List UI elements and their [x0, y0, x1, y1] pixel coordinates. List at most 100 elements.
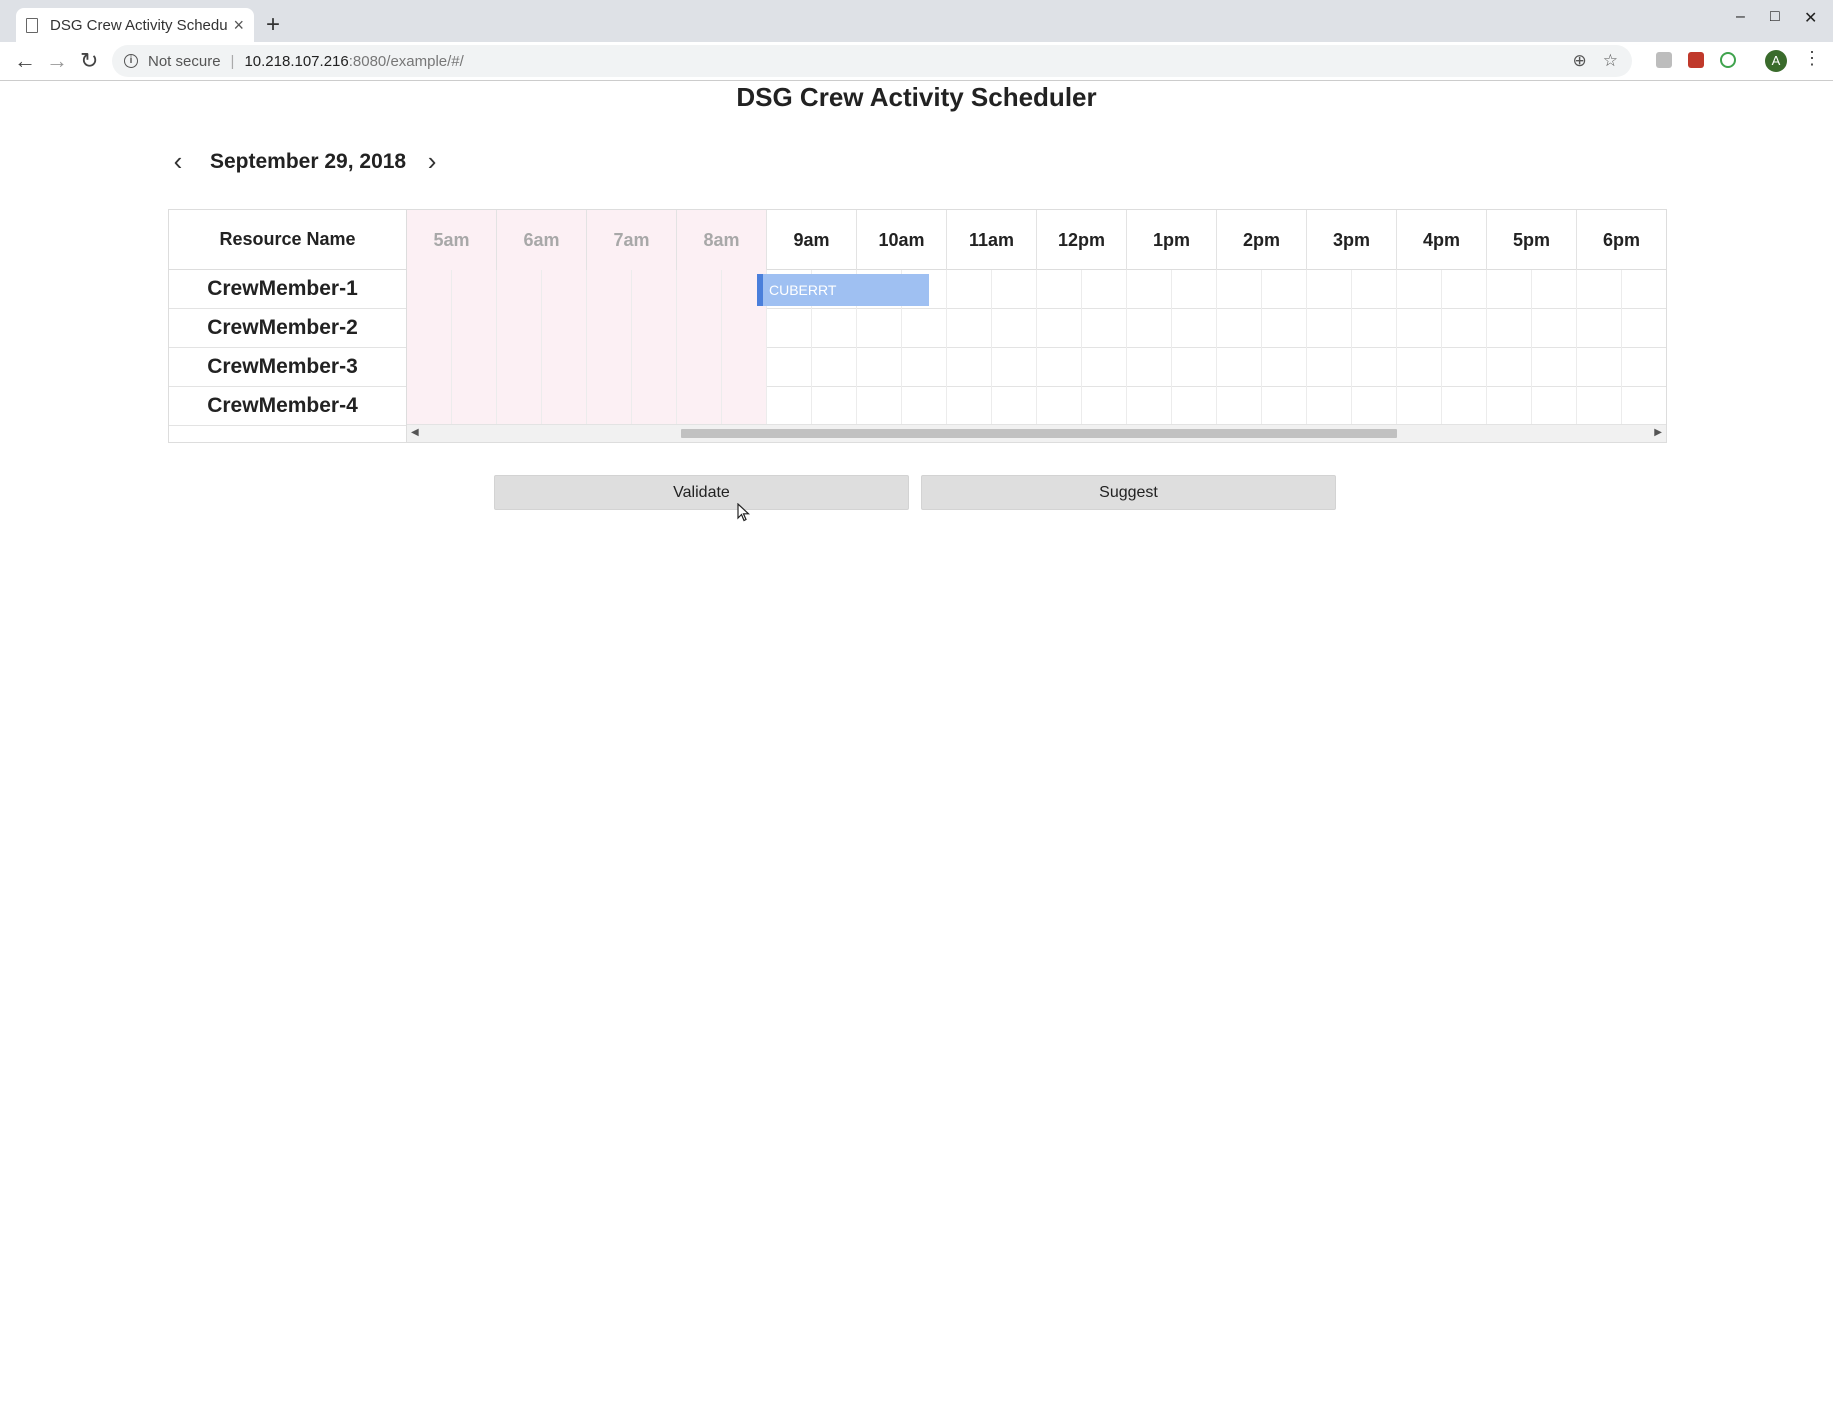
- time-slot[interactable]: [1262, 309, 1307, 348]
- time-slot[interactable]: [1622, 387, 1666, 424]
- time-slot[interactable]: [1127, 309, 1172, 348]
- time-slot[interactable]: [1622, 309, 1666, 348]
- time-slot[interactable]: [587, 348, 632, 387]
- time-slot[interactable]: [1577, 270, 1622, 309]
- time-slot[interactable]: [1217, 270, 1262, 309]
- time-slot[interactable]: [1172, 348, 1217, 387]
- time-slot[interactable]: [947, 348, 992, 387]
- time-slot[interactable]: [767, 309, 812, 348]
- tab-close-icon[interactable]: ×: [233, 15, 244, 36]
- time-slot[interactable]: [1577, 348, 1622, 387]
- time-slot[interactable]: [1397, 309, 1442, 348]
- time-slot[interactable]: [1622, 348, 1666, 387]
- time-slot[interactable]: [497, 348, 542, 387]
- zoom-icon[interactable]: ⊕: [1573, 51, 1587, 71]
- time-slot[interactable]: [452, 309, 497, 348]
- time-slot[interactable]: [1307, 270, 1352, 309]
- time-slot[interactable]: [992, 309, 1037, 348]
- minimize-icon[interactable]: –: [1736, 8, 1745, 26]
- time-slot[interactable]: [497, 387, 542, 424]
- back-icon[interactable]: ←: [14, 48, 36, 74]
- time-slot[interactable]: [1487, 387, 1532, 424]
- time-slot[interactable]: [1037, 348, 1082, 387]
- time-slot[interactable]: [1397, 387, 1442, 424]
- scroll-left-icon[interactable]: ◀: [411, 427, 419, 438]
- time-slot[interactable]: [902, 309, 947, 348]
- time-slot[interactable]: [947, 270, 992, 309]
- time-slot[interactable]: [1352, 270, 1397, 309]
- timeline-row[interactable]: [407, 348, 1666, 387]
- time-slot[interactable]: [767, 348, 812, 387]
- time-slot[interactable]: [1037, 309, 1082, 348]
- time-slot[interactable]: [992, 348, 1037, 387]
- time-slot[interactable]: [902, 348, 947, 387]
- time-slot[interactable]: [677, 387, 722, 424]
- time-slot[interactable]: [497, 309, 542, 348]
- horizontal-scrollbar[interactable]: ◀ ▶: [407, 424, 1666, 442]
- time-slot[interactable]: [1442, 348, 1487, 387]
- time-slot[interactable]: [1577, 309, 1622, 348]
- time-slot[interactable]: [407, 348, 452, 387]
- time-slot[interactable]: [902, 387, 947, 424]
- scroll-right-icon[interactable]: ▶: [1654, 427, 1662, 438]
- time-slot[interactable]: [1622, 270, 1666, 309]
- time-slot[interactable]: [722, 387, 767, 424]
- time-slot[interactable]: [812, 348, 857, 387]
- time-slot[interactable]: [1487, 309, 1532, 348]
- time-slot[interactable]: [1082, 309, 1127, 348]
- time-slot[interactable]: [947, 309, 992, 348]
- time-slot[interactable]: [407, 387, 452, 424]
- star-icon[interactable]: ☆: [1603, 51, 1618, 71]
- time-slot[interactable]: [1487, 348, 1532, 387]
- time-slot[interactable]: [677, 348, 722, 387]
- time-slot[interactable]: [1037, 270, 1082, 309]
- time-slot[interactable]: [1532, 309, 1577, 348]
- time-slot[interactable]: [857, 309, 902, 348]
- time-slot[interactable]: [1397, 270, 1442, 309]
- chevron-right-icon[interactable]: ›: [422, 146, 442, 177]
- time-slot[interactable]: [407, 270, 452, 309]
- profile-avatar[interactable]: A: [1765, 50, 1787, 72]
- event-block[interactable]: CUBERRT: [757, 274, 929, 306]
- time-slot[interactable]: [1307, 309, 1352, 348]
- time-slot[interactable]: [1217, 309, 1262, 348]
- time-slot[interactable]: [452, 270, 497, 309]
- time-slot[interactable]: [992, 387, 1037, 424]
- time-slot[interactable]: [1082, 387, 1127, 424]
- time-slot[interactable]: [1037, 387, 1082, 424]
- time-slot[interactable]: [1397, 348, 1442, 387]
- forward-icon[interactable]: →: [46, 48, 68, 74]
- time-slot[interactable]: [587, 309, 632, 348]
- time-slot[interactable]: [1442, 309, 1487, 348]
- time-slot[interactable]: [542, 387, 587, 424]
- time-slot[interactable]: [1262, 348, 1307, 387]
- time-slot[interactable]: [1442, 387, 1487, 424]
- time-slot[interactable]: [1442, 270, 1487, 309]
- time-slot[interactable]: [1577, 387, 1622, 424]
- time-slot[interactable]: [767, 387, 812, 424]
- time-slot[interactable]: [542, 348, 587, 387]
- time-slot[interactable]: [407, 309, 452, 348]
- time-slot[interactable]: [722, 309, 767, 348]
- extension-icon[interactable]: [1656, 52, 1672, 68]
- time-slot[interactable]: [1532, 387, 1577, 424]
- browser-tab[interactable]: DSG Crew Activity Schedu ×: [16, 8, 254, 42]
- grammarly-icon[interactable]: [1720, 52, 1736, 68]
- time-slot[interactable]: [1172, 387, 1217, 424]
- suggest-button[interactable]: Suggest: [921, 475, 1336, 510]
- time-slot[interactable]: [587, 270, 632, 309]
- time-slot[interactable]: [542, 309, 587, 348]
- time-slot[interactable]: [1172, 270, 1217, 309]
- time-slot[interactable]: [677, 270, 722, 309]
- time-slot[interactable]: [1487, 270, 1532, 309]
- scrollbar-thumb[interactable]: [681, 429, 1397, 438]
- time-slot[interactable]: [1127, 270, 1172, 309]
- time-slot[interactable]: [1532, 348, 1577, 387]
- time-slot[interactable]: [1082, 270, 1127, 309]
- info-icon[interactable]: i: [124, 54, 138, 68]
- time-slot[interactable]: [587, 387, 632, 424]
- time-slot[interactable]: [677, 309, 722, 348]
- time-slot[interactable]: [1262, 387, 1307, 424]
- menu-icon[interactable]: ⋮: [1803, 48, 1821, 69]
- time-slot[interactable]: [812, 309, 857, 348]
